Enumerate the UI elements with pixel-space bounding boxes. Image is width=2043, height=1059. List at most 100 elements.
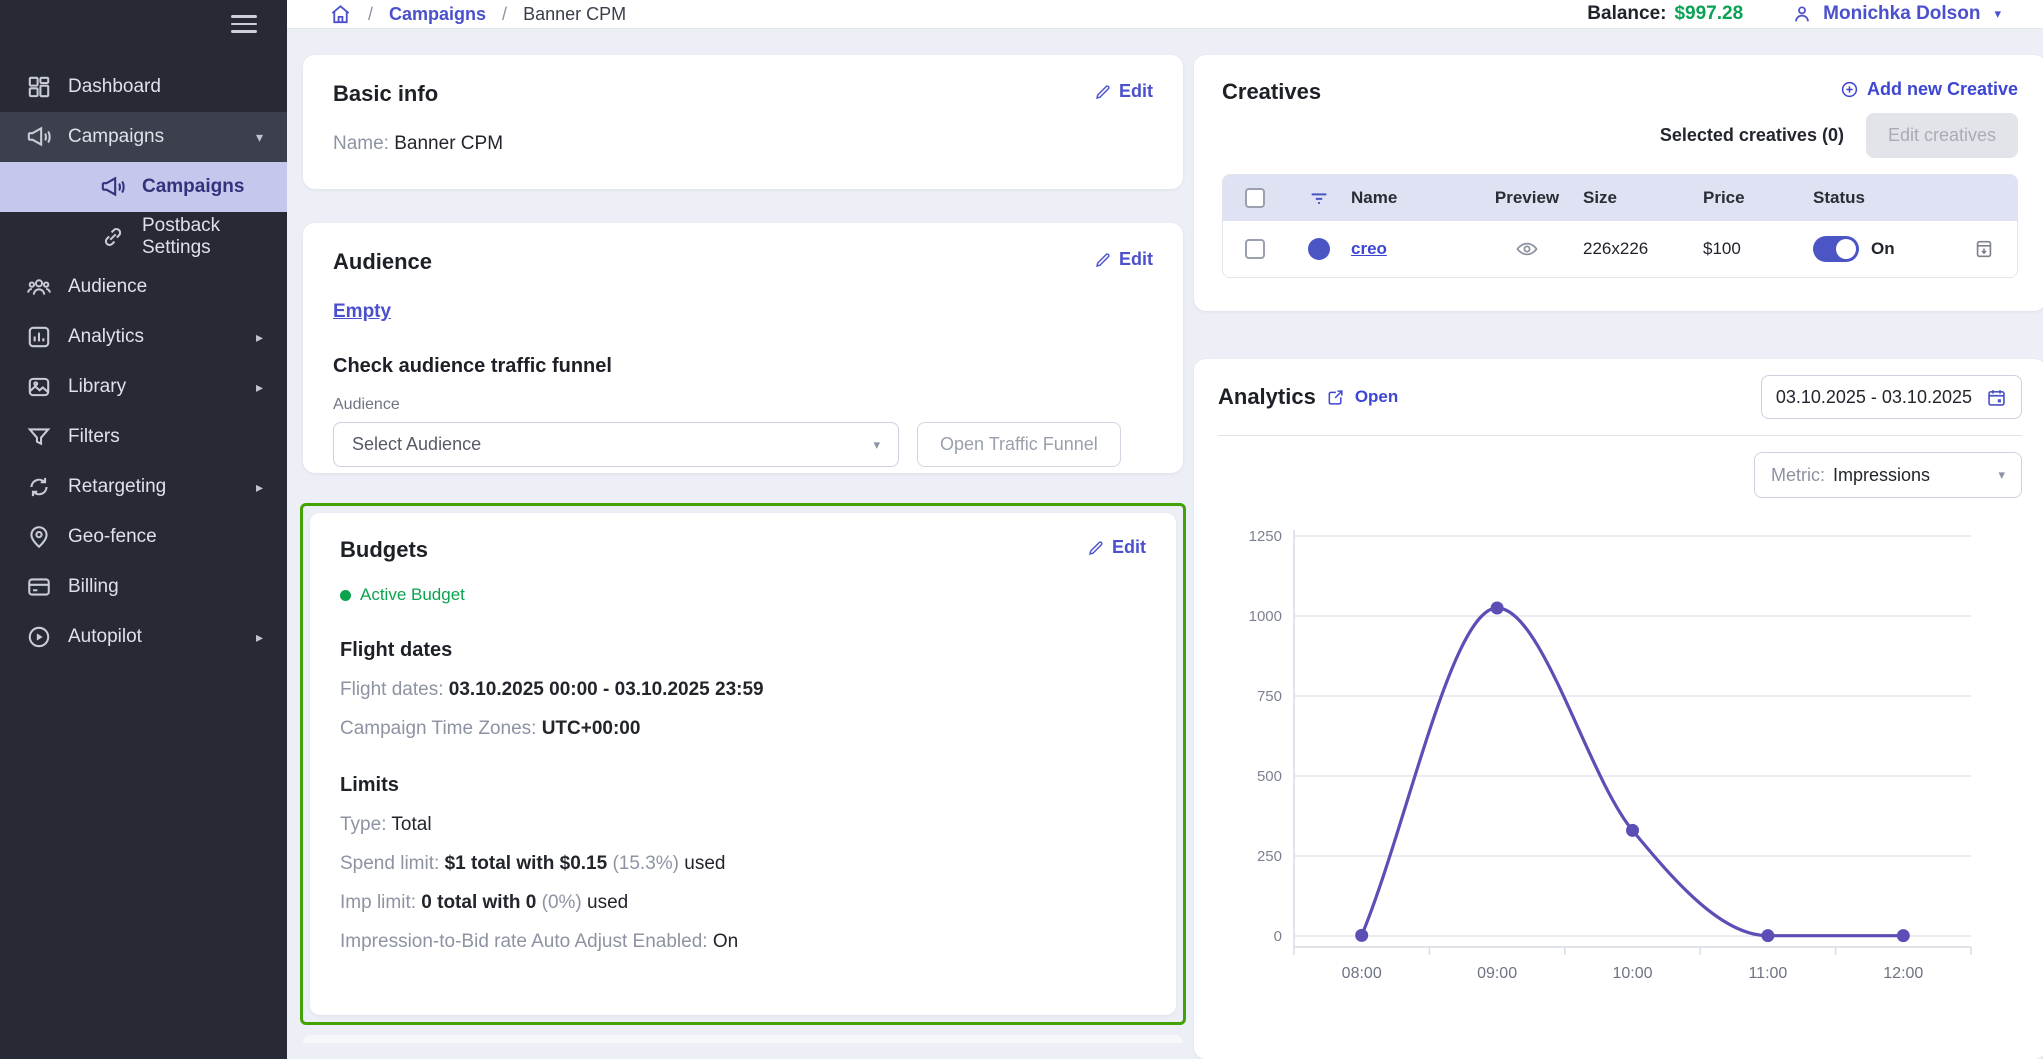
impressions-line-chart: 02505007501000125008:0009:0010:0011:0012…: [1218, 516, 2008, 996]
row-checkbox[interactable]: [1245, 239, 1265, 259]
sidebar-item-dashboard[interactable]: Dashboard: [0, 62, 287, 112]
select-all-checkbox[interactable]: [1245, 188, 1265, 208]
budgets-title: Budgets: [340, 537, 428, 563]
campaign-name-line: Name: Banner CPM: [333, 133, 1153, 155]
svg-text:750: 750: [1257, 688, 1282, 705]
sidebar-item-billing[interactable]: Billing: [0, 562, 287, 612]
sidebar-item-label: Retargeting: [68, 476, 166, 498]
edit-creatives-button[interactable]: Edit creatives: [1866, 113, 2018, 158]
chevron-right-icon: ▸: [256, 379, 263, 396]
column-header-price: Price: [1703, 188, 1813, 208]
megaphone-icon: [26, 124, 52, 150]
audience-card: Audience Edit Empty Check audience traff…: [303, 223, 1183, 473]
sidebar-item-library[interactable]: Library ▸: [0, 362, 287, 412]
creative-size: 226x226: [1583, 239, 1703, 259]
open-traffic-funnel-button[interactable]: Open Traffic Funnel: [917, 422, 1121, 467]
svg-text:10:00: 10:00: [1612, 965, 1652, 982]
chevron-down-icon: ▾: [1998, 467, 2005, 483]
balance-label: Balance:: [1587, 3, 1666, 24]
chevron-down-icon: ▾: [1994, 6, 2001, 22]
breadcrumb-separator: /: [502, 4, 507, 25]
metric-select[interactable]: Metric: Impressions ▾: [1754, 452, 2022, 498]
audience-select[interactable]: Select Audience ▾: [333, 422, 899, 467]
breadcrumb-separator: /: [368, 4, 373, 25]
sidebar-item-label: Autopilot: [68, 626, 142, 648]
creative-name-link[interactable]: creo: [1351, 239, 1387, 259]
creative-status-dot: [1308, 238, 1330, 260]
user-menu[interactable]: Monichka Dolson ▾: [1791, 3, 2001, 25]
sidebar-item-retargeting[interactable]: Retargeting ▸: [0, 462, 287, 512]
chevron-right-icon: ▸: [256, 479, 263, 496]
filter-lines-icon[interactable]: [1308, 187, 1330, 209]
sidebar-item-filters[interactable]: Filters: [0, 412, 287, 462]
sidebar: Dashboard Campaigns ▾ Campaigns Postback…: [0, 0, 287, 1059]
svg-text:11:00: 11:00: [1748, 965, 1787, 982]
column-header-preview: Preview: [1471, 188, 1583, 208]
creatives-card: Creatives Add new Creative Selected crea…: [1194, 55, 2043, 311]
date-range-picker[interactable]: 03.10.2025 - 03.10.2025: [1761, 375, 2022, 419]
divider: [1218, 435, 2022, 436]
chevron-down-icon: ▾: [256, 129, 263, 146]
svg-text:1250: 1250: [1249, 528, 1282, 545]
right-column: Creatives Add new Creative Selected crea…: [1194, 55, 2043, 1059]
sidebar-item-campaigns[interactable]: Campaigns: [0, 162, 287, 212]
sidebar-item-label: Billing: [68, 576, 119, 598]
next-card-edge: [303, 1035, 1183, 1043]
flight-dates-line: Flight dates: 03.10.2025 00:00 - 03.10.2…: [340, 679, 1146, 701]
edit-budgets-button[interactable]: Edit: [1087, 537, 1146, 558]
sidebar-item-label: Audience: [68, 276, 147, 298]
home-icon[interactable]: [329, 3, 352, 26]
pencil-icon: [1094, 83, 1112, 101]
chevron-right-icon: ▸: [256, 329, 263, 346]
content: Basic info Edit Name: Banner CPM Audienc…: [287, 29, 2043, 1059]
green-dot-icon: [340, 590, 351, 601]
dashboard-icon: [26, 74, 52, 100]
column-header-status: Status: [1813, 188, 1973, 208]
creative-price: $100: [1703, 239, 1813, 259]
svg-text:250: 250: [1257, 848, 1282, 865]
map-pin-icon: [26, 524, 52, 550]
archive-icon[interactable]: [1973, 238, 1995, 260]
sidebar-item-label: Library: [68, 376, 126, 398]
sidebar-item-geo-fence[interactable]: Geo-fence: [0, 512, 287, 562]
external-link-icon[interactable]: [1326, 388, 1345, 407]
hamburger-menu-icon[interactable]: [231, 10, 257, 38]
svg-text:0: 0: [1274, 928, 1282, 945]
sidebar-item-audience[interactable]: Audience: [0, 262, 287, 312]
budgets-card: Budgets Edit Active Budget Flight dates: [310, 513, 1176, 1015]
eye-icon[interactable]: [1515, 237, 1539, 261]
audience-empty-link[interactable]: Empty: [333, 301, 391, 323]
sidebar-item-analytics[interactable]: Analytics ▸: [0, 312, 287, 362]
plus-circle-icon: [1840, 80, 1859, 99]
balance-value: $997.28: [1674, 3, 1743, 24]
auto-adjust-line: Impression-to-Bid rate Auto Adjust Enabl…: [340, 931, 1146, 953]
sidebar-item-label: Geo-fence: [68, 526, 157, 548]
sidebar-item-label: Campaigns: [68, 126, 164, 148]
sidebar-item-label: Filters: [68, 426, 120, 448]
sidebar-nav: Dashboard Campaigns ▾ Campaigns Postback…: [0, 62, 287, 662]
audience-title: Audience: [333, 249, 432, 275]
analytics-open-link[interactable]: Open: [1355, 387, 1398, 407]
add-new-creative-button[interactable]: Add new Creative: [1840, 79, 2018, 100]
sidebar-item-postback-settings[interactable]: Postback Settings: [0, 212, 287, 262]
edit-basic-info-button[interactable]: Edit: [1094, 81, 1153, 102]
limits-title: Limits: [340, 774, 1146, 797]
sidebar-item-campaigns-parent[interactable]: Campaigns ▾: [0, 112, 287, 162]
creatives-table: Name Preview Size Price Status creo: [1222, 174, 2018, 278]
pencil-icon: [1094, 251, 1112, 269]
edit-audience-button[interactable]: Edit: [1094, 249, 1153, 270]
breadcrumb-link-campaigns[interactable]: Campaigns: [389, 4, 486, 25]
app-root: Dashboard Campaigns ▾ Campaigns Postback…: [0, 0, 2043, 1059]
analytics-card: Analytics Open 03.10.2025 - 03.10.2025 M…: [1194, 359, 2043, 1059]
creatives-table-header: Name Preview Size Price Status: [1223, 175, 2017, 221]
left-column: Basic info Edit Name: Banner CPM Audienc…: [300, 55, 1186, 1059]
sidebar-item-autopilot[interactable]: Autopilot ▸: [0, 612, 287, 662]
imp-limit-line: Imp limit: 0 total with 0 (0%) used: [340, 892, 1146, 914]
chevron-right-icon: ▸: [256, 629, 263, 646]
name-label: Name:: [333, 133, 389, 154]
breadcrumb: / Campaigns / Banner CPM: [329, 3, 626, 26]
funnel-icon: [26, 424, 52, 450]
sidebar-item-label: Campaigns: [142, 176, 244, 198]
status-toggle[interactable]: [1813, 236, 1859, 262]
sidebar-header: [0, 0, 287, 48]
